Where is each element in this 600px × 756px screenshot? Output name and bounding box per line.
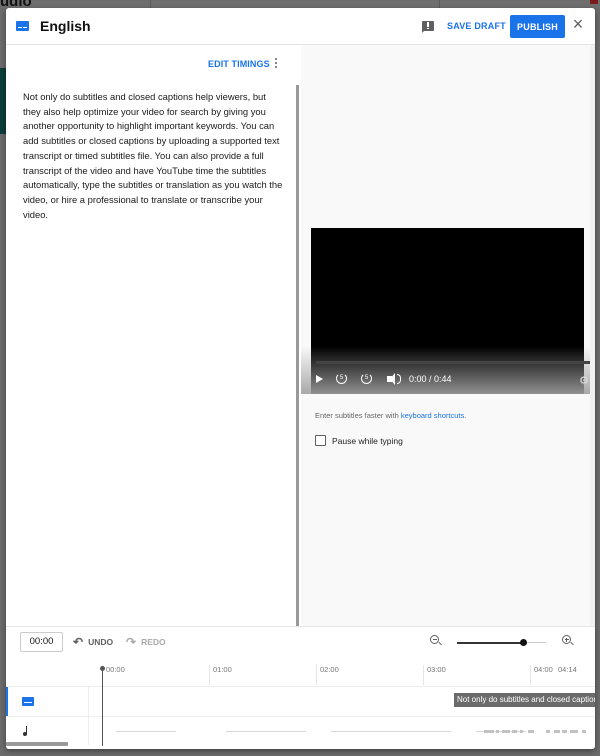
dialog-title: English [40, 18, 91, 34]
tick-label: 04:14 [558, 665, 577, 674]
timeline-panel: 00:00 ↶ UNDO ↷ REDO 00:00 01:00 02:00 03:0… [6, 626, 595, 749]
waveform-segment [562, 730, 567, 733]
save-draft-button[interactable]: SAVE DRAFT [447, 21, 506, 31]
publish-button[interactable]: PUBLISH [510, 15, 565, 38]
settings-gear-icon[interactable]: ⚙ [579, 374, 589, 387]
video-player[interactable]: 5 5 0:00 / 0:44 ⚙ [301, 228, 595, 394]
redo-label: REDO [141, 637, 166, 647]
audio-waveform [116, 730, 595, 734]
zoom-slider-thumb[interactable] [520, 639, 528, 646]
timeline-zoom-slider[interactable] [457, 639, 546, 646]
subtitle-editor-dialog: English SAVE DRAFT PUBLISH × EDIT TIMING… [6, 8, 595, 749]
waveform-segment [116, 731, 176, 732]
music-note-icon [23, 726, 28, 736]
zoom-slider-fill [457, 642, 524, 644]
time-display: 0:00 / 0:44 [409, 374, 452, 384]
waveform-segment [546, 730, 550, 733]
track-selected-indicator [6, 687, 8, 717]
track-label-divider [88, 686, 89, 745]
tick-label: 04:00 [530, 665, 553, 685]
waveform-segment [512, 730, 517, 733]
tick-label: 01:00 [209, 665, 232, 685]
volume-icon[interactable] [387, 373, 401, 385]
subtitles-icon [16, 21, 29, 31]
zoom-out-icon[interactable] [430, 635, 439, 644]
subtitles-track-icon [22, 697, 34, 706]
tick-label: 00:00 [102, 665, 125, 685]
waveform-segment [488, 730, 494, 733]
timeline-ruler[interactable]: 00:00 01:00 02:00 03:00 04:00 04:14 [88, 659, 595, 687]
feedback-icon[interactable] [422, 21, 434, 33]
zoom-in-icon[interactable] [562, 635, 571, 644]
undo-label: UNDO [88, 637, 114, 647]
current-time-input[interactable]: 00:00 [20, 632, 63, 652]
video-preview-panel: 5 5 0:00 / 0:44 ⚙ Enter subtitles faster… [301, 45, 595, 626]
keyboard-shortcuts-link[interactable]: keyboard shortcuts [401, 411, 464, 420]
dialog-header: English SAVE DRAFT PUBLISH × [6, 8, 595, 45]
waveform-segment [528, 730, 534, 733]
tick-label: 03:00 [423, 665, 446, 685]
rewind-5-icon[interactable]: 5 [336, 373, 347, 384]
waveform-segment [496, 730, 499, 733]
hint-prefix: Enter subtitles faster with [315, 411, 401, 420]
timeline-scrollbar[interactable] [6, 742, 68, 746]
forward-5-icon[interactable]: 5 [361, 373, 372, 384]
hint-suffix: . [464, 411, 467, 420]
waveform-segment [570, 730, 578, 733]
shortcut-hint: Enter subtitles faster with keyboard sho… [315, 411, 466, 420]
waveform-segment [502, 730, 510, 733]
subtitle-editor-panel: EDIT TIMINGS Not only do subtitles and c… [6, 45, 299, 654]
editor-scrollbar[interactable] [296, 85, 299, 626]
background-search-box [150, 0, 440, 8]
tick-label: 02:00 [316, 665, 339, 685]
player-controls: 5 5 0:00 / 0:44 ⚙ [311, 371, 589, 389]
waveform-segment [554, 730, 560, 733]
waveform-segment [331, 731, 451, 732]
subtitle-text-area[interactable]: Not only do subtitles and closed caption… [6, 85, 296, 654]
panel-scrollbar[interactable] [590, 45, 595, 626]
video-progress-bar[interactable] [316, 361, 593, 364]
play-icon[interactable] [316, 375, 323, 383]
redo-icon: ↷ [126, 635, 137, 649]
waveform-segment [582, 730, 586, 733]
waveform-segment [226, 731, 306, 732]
edit-timings-button[interactable]: EDIT TIMINGS [208, 59, 270, 69]
pause-while-typing-checkbox[interactable] [315, 435, 326, 446]
playhead[interactable] [100, 666, 105, 746]
close-icon[interactable]: × [569, 15, 587, 34]
caption-segment[interactable]: Not only do subtitles and closed caption… [454, 693, 595, 707]
subtitle-text[interactable]: Not only do subtitles and closed caption… [23, 90, 285, 222]
undo-icon: ↶ [73, 635, 84, 649]
pause-while-typing-label[interactable]: Pause while typing [332, 436, 403, 446]
redo-button[interactable]: ↷ REDO [126, 635, 166, 649]
more-vert-icon[interactable] [274, 58, 278, 70]
undo-button[interactable]: ↶ UNDO [73, 635, 114, 649]
background-avatar [590, 0, 598, 4]
waveform-segment [520, 730, 523, 733]
